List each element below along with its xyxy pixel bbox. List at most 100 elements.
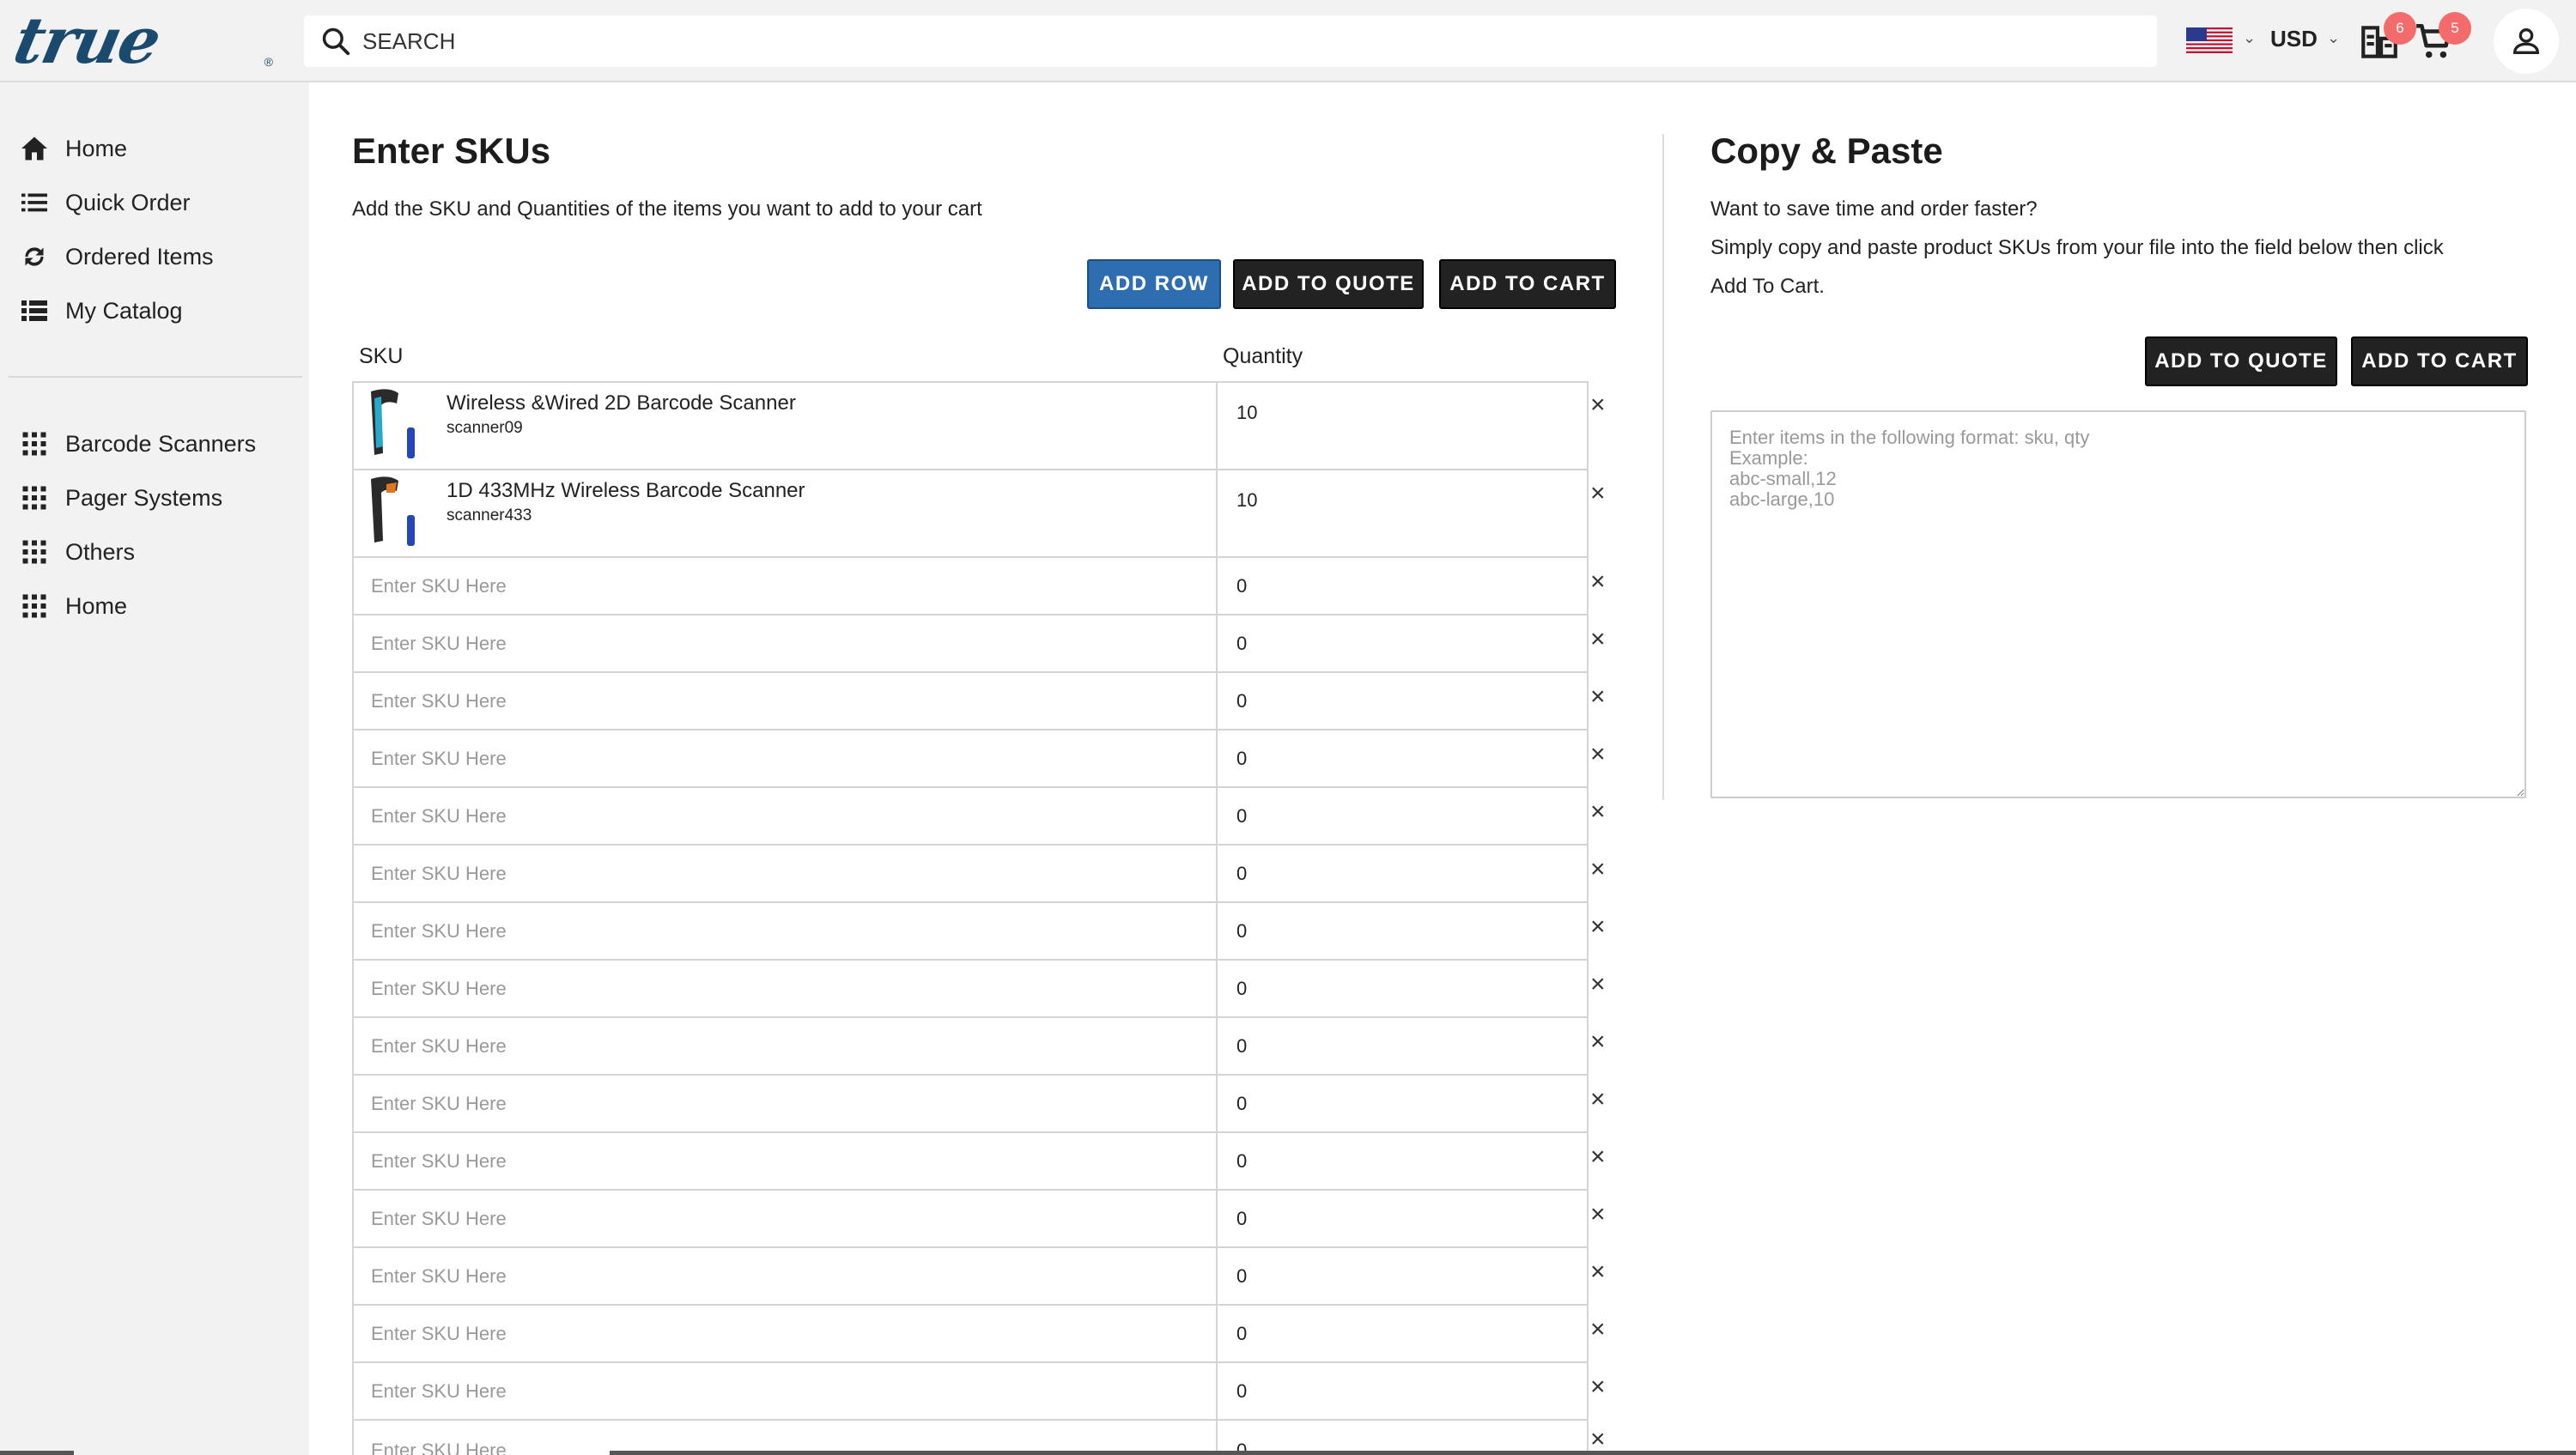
paste-add-to-cart-button[interactable]: ADD TO CART	[2351, 336, 2528, 386]
remove-row-icon[interactable]: ×	[1590, 797, 1606, 827]
sku-cell[interactable]: 1D 433MHz Wireless Barcode Scanner scann…	[354, 470, 1218, 556]
sku-input[interactable]	[371, 1076, 1195, 1131]
chevron-down-icon[interactable]: ⌄	[2243, 29, 2256, 47]
remove-row-icon[interactable]: ×	[1590, 391, 1606, 420]
paste-skus-textarea[interactable]	[1710, 410, 2526, 798]
sku-input[interactable]	[371, 788, 1195, 844]
table-row: 1D 433MHz Wireless Barcode Scanner scann…	[352, 469, 1589, 558]
quantity-cell	[1218, 1018, 1589, 1074]
add-row-button[interactable]: ADD ROW	[1087, 259, 1221, 309]
remove-row-icon[interactable]: ×	[1590, 970, 1606, 999]
sku-input[interactable]	[371, 961, 1195, 1016]
sku-input[interactable]	[371, 731, 1195, 786]
quantity-cell	[1218, 615, 1589, 671]
sidebar-item-quick-order[interactable]: Quick Order	[19, 181, 191, 224]
sku-input[interactable]	[371, 1018, 1195, 1074]
sku-input[interactable]	[371, 1306, 1195, 1361]
quantity-cell[interactable]: 10	[1218, 383, 1589, 469]
quantity-input[interactable]	[1236, 1363, 1563, 1419]
remove-row-icon[interactable]: ×	[1590, 1373, 1606, 1402]
quantity-input[interactable]	[1236, 1018, 1563, 1074]
sku-input[interactable]	[371, 673, 1195, 729]
section-divider	[1662, 134, 1664, 800]
sidebar-category-others[interactable]: Others	[19, 530, 135, 573]
remove-row-icon[interactable]: ×	[1590, 1143, 1606, 1172]
sidebar-item-my-catalog[interactable]: My Catalog	[19, 289, 183, 332]
quantity-input[interactable]	[1236, 1191, 1563, 1246]
chevron-down-icon[interactable]: ⌄	[2327, 29, 2340, 47]
remove-row-icon[interactable]: ×	[1590, 1085, 1606, 1114]
search-input[interactable]	[362, 27, 1994, 55]
quantity-value[interactable]: 10	[1236, 402, 1257, 424]
sku-cell[interactable]: Wireless &Wired 2D Barcode Scanner scann…	[354, 383, 1218, 469]
remove-row-icon[interactable]: ×	[1590, 1258, 1606, 1287]
bottom-edge	[610, 1451, 2576, 1455]
quantity-value[interactable]: 10	[1236, 489, 1257, 512]
quantity-input[interactable]	[1236, 903, 1563, 959]
enter-skus-subtitle: Add the SKU and Quantities of the items …	[352, 197, 982, 221]
search-bar[interactable]	[304, 15, 2157, 67]
table-row	[352, 1016, 1589, 1076]
sku-input[interactable]	[371, 903, 1195, 959]
quantity-cell	[1218, 961, 1589, 1016]
sku-cell	[354, 1133, 1218, 1189]
sidebar-item-home[interactable]: Home	[19, 127, 127, 170]
sku-input[interactable]	[371, 558, 1195, 614]
logo-registered-mark: ®	[264, 55, 273, 69]
quantity-input[interactable]	[1236, 558, 1563, 614]
sidebar-category-label: Barcode Scanners	[65, 430, 257, 457]
currency-selector[interactable]: USD	[2270, 26, 2318, 52]
sku-cell	[354, 615, 1218, 671]
quantity-input[interactable]	[1236, 846, 1563, 901]
quantity-input[interactable]	[1236, 1133, 1563, 1189]
quantity-input[interactable]	[1236, 1421, 1563, 1455]
quantity-input[interactable]	[1236, 673, 1563, 729]
sidebar-item-label: Home	[65, 135, 128, 161]
remove-row-icon[interactable]: ×	[1590, 1028, 1606, 1057]
add-to-quote-button[interactable]: ADD TO QUOTE	[1233, 259, 1424, 309]
sku-cell	[354, 1248, 1218, 1304]
remove-row-icon[interactable]: ×	[1590, 740, 1606, 769]
remove-row-icon[interactable]: ×	[1590, 912, 1606, 942]
brand-logo[interactable]: true ®	[8, 4, 273, 78]
remove-row-icon[interactable]: ×	[1590, 567, 1606, 597]
copy-paste-line-1: Want to save time and order faster?	[1710, 197, 2038, 221]
remove-row-icon[interactable]: ×	[1590, 1200, 1606, 1229]
sku-input[interactable]	[371, 1248, 1195, 1304]
remove-row-icon[interactable]: ×	[1590, 682, 1606, 712]
sku-input[interactable]	[371, 1133, 1195, 1189]
table-row	[352, 844, 1589, 903]
sidebar-category-home[interactable]: Home	[19, 585, 127, 627]
quantity-input[interactable]	[1236, 788, 1563, 844]
remove-row-icon[interactable]: ×	[1590, 479, 1606, 508]
remove-row-icon[interactable]: ×	[1590, 1425, 1606, 1454]
logo-text: true	[7, 4, 167, 78]
sku-input[interactable]	[371, 1421, 1195, 1455]
quantity-cell[interactable]: 10	[1218, 470, 1589, 556]
us-flag-icon[interactable]	[2186, 27, 2233, 53]
sku-input[interactable]	[371, 1363, 1195, 1419]
quantity-input[interactable]	[1236, 615, 1563, 671]
sku-cell	[354, 1018, 1218, 1074]
quantity-input[interactable]	[1236, 961, 1563, 1016]
quantity-input[interactable]	[1236, 1248, 1563, 1304]
remove-row-icon[interactable]: ×	[1590, 625, 1606, 654]
sidebar-category-pager-systems[interactable]: Pager Systems	[19, 476, 222, 519]
search-icon[interactable]	[319, 25, 352, 58]
account-button[interactable]	[2494, 9, 2559, 74]
quantity-input[interactable]	[1236, 1076, 1563, 1131]
sku-input[interactable]	[371, 615, 1195, 671]
list-icon	[21, 193, 47, 212]
paste-add-to-quote-button[interactable]: ADD TO QUOTE	[2145, 336, 2337, 386]
remove-row-icon[interactable]: ×	[1590, 1315, 1606, 1344]
table-row	[352, 729, 1589, 788]
sidebar-category-barcode-scanners[interactable]: Barcode Scanners	[19, 422, 256, 465]
add-to-cart-button[interactable]: ADD TO CART	[1439, 259, 1616, 309]
sku-input[interactable]	[371, 846, 1195, 901]
sku-input[interactable]	[371, 1191, 1195, 1246]
table-row	[352, 1074, 1589, 1133]
sidebar-item-ordered-items[interactable]: Ordered Items	[19, 235, 214, 278]
quantity-input[interactable]	[1236, 1306, 1563, 1361]
quantity-input[interactable]	[1236, 731, 1563, 786]
remove-row-icon[interactable]: ×	[1590, 855, 1606, 884]
